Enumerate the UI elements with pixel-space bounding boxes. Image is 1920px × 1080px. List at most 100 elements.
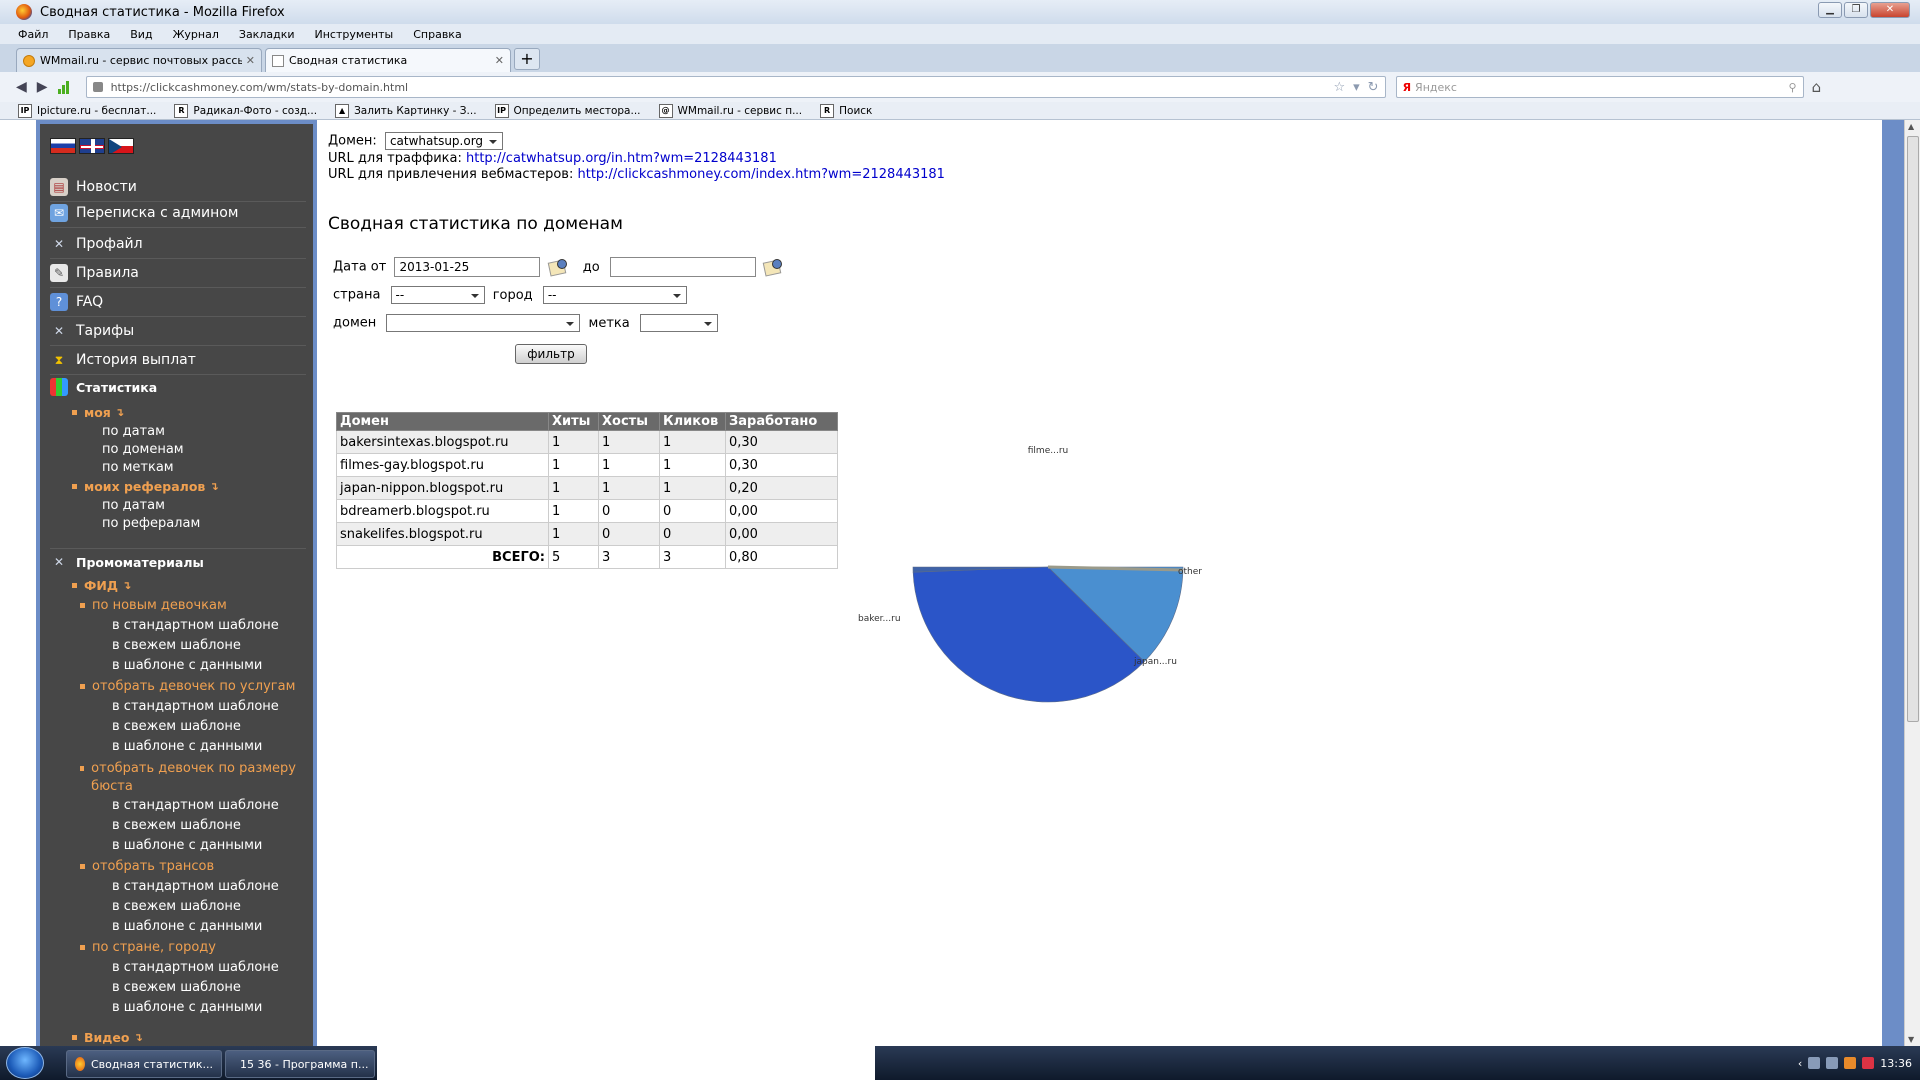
webmaster-url-link[interactable]: http://clickcashmoney.com/index.htm?wm=2… xyxy=(577,167,944,182)
tray-security-icon[interactable] xyxy=(1862,1057,1875,1069)
bookmark-item[interactable]: IP Ipicture.ru - бесплат... xyxy=(18,103,156,118)
traffic-url-link[interactable]: http://catwhatsup.org/in.htm?wm=21284431… xyxy=(466,151,777,166)
sidebar-item-payouts[interactable]: ⧗ История выплат xyxy=(50,351,306,375)
menu-file[interactable]: Файл xyxy=(18,28,48,41)
search-bar[interactable]: Я Яндекс ⚲ xyxy=(1395,76,1804,98)
scroll-down-icon[interactable]: ▼ xyxy=(1908,1035,1914,1044)
promo-link[interactable]: в шаблоне с данными xyxy=(112,739,262,754)
stats-refs-link[interactable]: по датам xyxy=(102,498,165,513)
sidebar-item-label[interactable]: Новости xyxy=(76,179,137,195)
stats-mine-link[interactable]: по доменам xyxy=(102,442,184,457)
filter-button[interactable]: фильтр xyxy=(515,344,587,364)
promo-link[interactable]: в свежем шаблоне xyxy=(112,638,241,653)
forward-icon[interactable]: ▶ xyxy=(37,79,48,95)
sidebar-item-rules[interactable]: ✎ Правила xyxy=(50,264,306,288)
promo-link[interactable]: в стандартном шаблоне xyxy=(112,798,279,813)
stats-mine[interactable]: моя ↴ xyxy=(72,405,124,420)
promo-link[interactable]: в шаблоне с данными xyxy=(112,1000,262,1015)
promo-link[interactable]: в шаблоне с данными xyxy=(112,838,262,853)
reload-icon[interactable]: ↻ xyxy=(1368,80,1379,95)
menu-help[interactable]: Справка xyxy=(413,28,461,41)
promo-link[interactable]: в стандартном шаблоне xyxy=(112,699,279,714)
promo-link[interactable]: в шаблоне с данными xyxy=(112,919,262,934)
column-header[interactable]: Заработано xyxy=(725,412,838,431)
promo-group[interactable]: по стране, городу xyxy=(80,940,216,955)
bookmark-item[interactable]: ▲ Залить Картинку - З... xyxy=(335,103,477,118)
vertical-scrollbar[interactable]: ▲ ▼ xyxy=(1904,120,1920,1046)
flag-en-icon[interactable] xyxy=(79,138,105,154)
country-select[interactable]: -- xyxy=(390,286,485,304)
sidebar-item-label[interactable]: Переписка с админом xyxy=(76,205,238,221)
promo-link[interactable]: в свежем шаблоне xyxy=(112,818,241,833)
bookmark-item[interactable]: R Поиск xyxy=(820,103,872,118)
date-from-input[interactable]: 2013-01-25 xyxy=(394,257,541,277)
promo-group[interactable]: отобрать девочек по услугам xyxy=(80,679,295,694)
date-to-input[interactable] xyxy=(609,257,756,277)
minimize-button[interactable]: ▁ xyxy=(1818,2,1842,18)
stats-mine-link[interactable]: по датам xyxy=(102,424,165,439)
home-icon[interactable]: ⌂ xyxy=(1812,78,1822,96)
star-icon[interactable]: ☆ xyxy=(1333,80,1345,95)
stats-mine-link[interactable]: по меткам xyxy=(102,460,174,475)
sidebar-item-label[interactable]: Профайл xyxy=(76,236,143,252)
tray-volume-icon[interactable] xyxy=(1826,1057,1839,1069)
flag-ru-icon[interactable] xyxy=(50,138,76,154)
new-tab-button[interactable]: + xyxy=(514,48,540,70)
close-button[interactable]: ✕ xyxy=(1870,2,1910,18)
column-header[interactable]: Домен xyxy=(336,412,549,431)
sidebar-item-label[interactable]: История выплат xyxy=(76,352,196,368)
promo-link[interactable]: в стандартном шаблоне xyxy=(112,879,279,894)
bookmark-item[interactable]: @ WMmail.ru - сервис п... xyxy=(658,103,802,118)
dropdown-icon[interactable]: ▾ xyxy=(1353,80,1360,95)
sidebar-item-profile[interactable]: ✕ Профайл xyxy=(50,235,306,259)
bookmark-item[interactable]: IP Определить местора... xyxy=(494,103,641,118)
sidebar-item-news[interactable]: ▤ Новости xyxy=(50,178,306,202)
menu-history[interactable]: Журнал xyxy=(173,28,219,41)
promo-group[interactable]: отобрать трансов xyxy=(80,859,214,874)
promo-group[interactable]: отобрать девочек по размеру бюста xyxy=(80,760,300,796)
column-header[interactable]: Хиты xyxy=(548,412,599,431)
taskbar-program[interactable]: 15 36 - Программа п... xyxy=(225,1050,375,1078)
url-bar[interactable]: https://clickcashmoney.com/wm/stats-by-d… xyxy=(85,76,1386,98)
tab-wmmail[interactable]: WMmail.ru - сервис почтовых рассылок... … xyxy=(16,48,262,72)
scroll-up-icon[interactable]: ▲ xyxy=(1908,122,1914,131)
start-button[interactable] xyxy=(6,1047,44,1079)
stats-refs-link[interactable]: по рефералам xyxy=(102,516,200,531)
sidebar-item-label[interactable]: Правила xyxy=(76,265,139,281)
sidebar-item-faq[interactable]: ? FAQ xyxy=(50,293,306,317)
promo-link[interactable]: в свежем шаблоне xyxy=(112,980,241,995)
menu-edit[interactable]: Правка xyxy=(68,28,110,41)
calendar-icon[interactable] xyxy=(764,259,782,275)
calendar-icon[interactable] xyxy=(549,259,567,275)
domain-filter-select[interactable] xyxy=(386,314,581,332)
promo-link[interactable]: в стандартном шаблоне xyxy=(112,618,279,633)
sidebar-item-label[interactable]: FAQ xyxy=(76,294,103,310)
tab-close-icon[interactable]: ✕ xyxy=(246,54,255,67)
promo-link[interactable]: в свежем шаблоне xyxy=(112,719,241,734)
city-select[interactable]: -- xyxy=(542,286,687,304)
menu-view[interactable]: Вид xyxy=(130,28,152,41)
bookmark-item[interactable]: R Радикал-Фото - созд... xyxy=(174,103,317,118)
sidebar-item-tariffs[interactable]: ✕ Тарифы xyxy=(50,322,306,346)
sidebar-item-label[interactable]: Тарифы xyxy=(76,323,134,339)
column-header[interactable]: Кликов xyxy=(659,412,726,431)
scroll-thumb[interactable] xyxy=(1907,136,1919,722)
maximize-button[interactable]: ❐ xyxy=(1844,2,1868,18)
tag-select[interactable] xyxy=(639,314,718,332)
promo-video[interactable]: Видео ↴ xyxy=(72,1030,143,1045)
menu-bookmarks[interactable]: Закладки xyxy=(239,28,295,41)
search-icon[interactable]: ⚲ xyxy=(1789,81,1797,94)
promo-link[interactable]: в стандартном шаблоне xyxy=(112,960,279,975)
back-icon[interactable]: ◀ xyxy=(16,79,27,95)
promo-fid[interactable]: ФИД ↴ xyxy=(72,578,131,593)
tray-app-icon[interactable] xyxy=(1844,1057,1857,1069)
promo-group[interactable]: по новым девочкам xyxy=(80,598,227,613)
promo-link[interactable]: в шаблоне с данными xyxy=(112,658,262,673)
domain-select[interactable]: catwhatsup.org xyxy=(384,132,503,150)
tab-close-icon[interactable]: ✕ xyxy=(495,54,504,67)
stats-refs[interactable]: моих рефералов ↴ xyxy=(72,479,219,494)
tab-stats[interactable]: Сводная статистика ✕ xyxy=(265,48,511,72)
flag-cz-icon[interactable] xyxy=(108,138,134,154)
tray-expand-icon[interactable]: ‹ xyxy=(1798,1057,1802,1070)
column-header[interactable]: Хосты xyxy=(598,412,660,431)
